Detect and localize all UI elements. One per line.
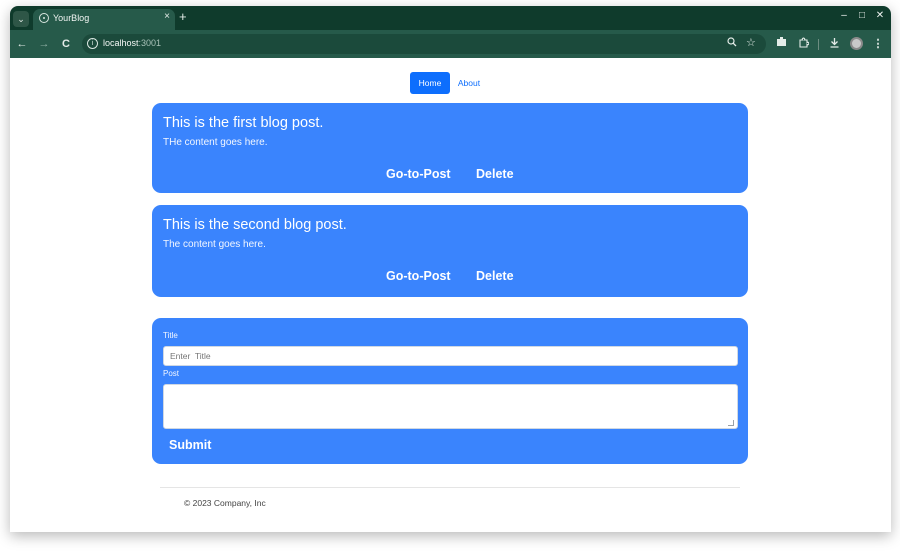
new-post-form: Title Post Submit bbox=[152, 318, 748, 464]
zoom-icon[interactable] bbox=[727, 37, 737, 50]
page-content: Home About This is the first blog post. … bbox=[10, 58, 891, 532]
post-field-label: Post bbox=[163, 369, 180, 378]
textarea-resize-handle[interactable] bbox=[728, 420, 734, 426]
toolbar-divider bbox=[818, 39, 819, 50]
post-textarea[interactable] bbox=[163, 384, 738, 429]
browser-tab[interactable]: YourBlog × bbox=[33, 9, 175, 30]
extension-puzzle-icon[interactable] bbox=[796, 37, 810, 52]
post-content: THe content goes here. bbox=[163, 137, 268, 148]
go-to-post-button[interactable]: Go-to-Post bbox=[386, 167, 451, 181]
maximize-icon[interactable]: □ bbox=[856, 10, 868, 21]
new-tab-icon[interactable]: + bbox=[179, 9, 187, 25]
minimize-icon[interactable]: – bbox=[838, 10, 850, 21]
post-content: The content goes here. bbox=[163, 239, 266, 250]
url-text: localhost:3001 bbox=[103, 38, 162, 48]
blog-post-card: This is the second blog post. The conten… bbox=[152, 205, 748, 297]
footer-divider bbox=[160, 487, 740, 488]
nav-about-link[interactable]: About bbox=[454, 72, 484, 94]
blog-post-card: This is the first blog post. THe content… bbox=[152, 103, 748, 193]
title-input[interactable] bbox=[163, 346, 738, 366]
download-icon[interactable] bbox=[827, 37, 841, 52]
footer-copyright: © 2023 Company, Inc bbox=[184, 498, 266, 508]
browser-window: ⌄ YourBlog × + – □ ✕ ← → C i localhost:3… bbox=[10, 6, 891, 532]
star-icon[interactable]: ☆ bbox=[746, 36, 756, 49]
site-info-icon[interactable]: i bbox=[87, 38, 98, 49]
browser-toolbar: ← → C i localhost:3001 ☆ ⋮ bbox=[10, 30, 891, 58]
title-field-label: Title bbox=[163, 331, 178, 340]
nav-home-link[interactable]: Home bbox=[410, 72, 450, 94]
menu-icon[interactable]: ⋮ bbox=[871, 37, 885, 51]
forward-arrow-icon[interactable]: → bbox=[37, 37, 51, 51]
delete-post-button[interactable]: Delete bbox=[476, 269, 514, 283]
address-bar[interactable]: i localhost:3001 ☆ bbox=[82, 34, 766, 54]
chevron-down-icon[interactable]: ⌄ bbox=[13, 11, 29, 27]
profile-avatar-icon[interactable] bbox=[850, 37, 863, 50]
globe-icon bbox=[39, 13, 49, 23]
close-tab-icon[interactable]: × bbox=[164, 11, 170, 22]
go-to-post-button[interactable]: Go-to-Post bbox=[386, 269, 451, 283]
tab-title: YourBlog bbox=[53, 13, 90, 23]
post-title: This is the second blog post. bbox=[163, 217, 347, 233]
post-title: This is the first blog post. bbox=[163, 115, 324, 131]
close-window-icon[interactable]: ✕ bbox=[874, 10, 886, 21]
tab-bar: ⌄ YourBlog × + – □ ✕ bbox=[10, 6, 891, 30]
back-arrow-icon[interactable]: ← bbox=[15, 37, 29, 51]
submit-button[interactable]: Submit bbox=[169, 438, 211, 452]
delete-post-button[interactable]: Delete bbox=[476, 167, 514, 181]
reload-icon[interactable]: C bbox=[59, 37, 73, 51]
extension-icon[interactable] bbox=[774, 37, 788, 51]
